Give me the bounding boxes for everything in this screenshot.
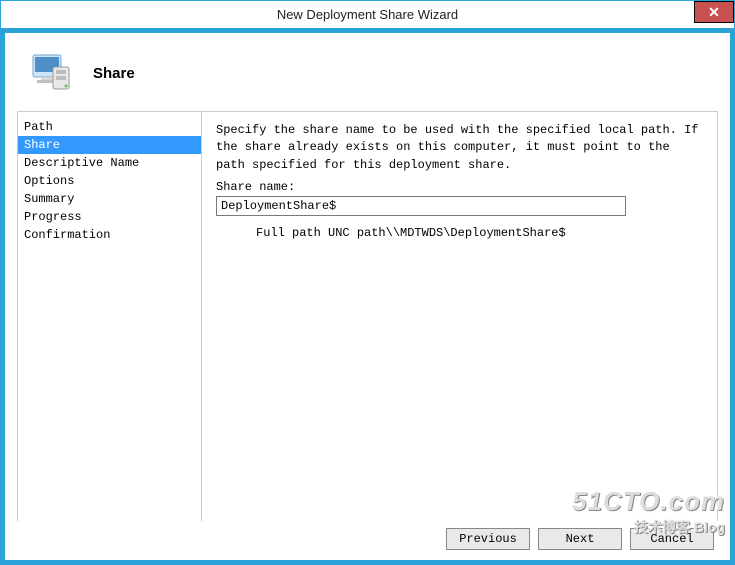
window-body-frame: Share Path Share Descriptive Name Option… (1, 29, 734, 564)
page-title: Share (93, 65, 135, 82)
deployment-share-icon (27, 49, 75, 97)
cancel-button[interactable]: Cancel (630, 528, 714, 550)
close-icon: ✕ (708, 4, 720, 21)
wizard-window: New Deployment Share Wizard ✕ (0, 0, 735, 565)
previous-button[interactable]: Previous (446, 528, 530, 550)
share-name-label: Share name: (216, 180, 703, 194)
sidebar-item-progress[interactable]: Progress (18, 208, 201, 226)
window-title: New Deployment Share Wizard (277, 7, 458, 22)
content-row: Path Share Descriptive Name Options Summ… (17, 111, 718, 521)
wizard-button-row: Previous Next Cancel (17, 521, 718, 552)
instruction-text: Specify the share name to be used with t… (216, 122, 703, 174)
wizard-header: Share (17, 43, 718, 111)
sidebar-item-share[interactable]: Share (18, 136, 201, 154)
next-button[interactable]: Next (538, 528, 622, 550)
sidebar-item-confirmation[interactable]: Confirmation (18, 226, 201, 244)
unc-path-row: Full path UNC path\\MDTWDS\DeploymentSha… (216, 226, 703, 240)
share-name-input[interactable] (216, 196, 626, 216)
unc-path-value: \\MDTWDS\DeploymentShare$ (386, 226, 566, 240)
wizard-steps-sidebar: Path Share Descriptive Name Options Summ… (17, 111, 202, 521)
sidebar-item-descriptive-name[interactable]: Descriptive Name (18, 154, 201, 172)
unc-path-label: Full path UNC path (256, 226, 386, 240)
sidebar-item-path[interactable]: Path (18, 118, 201, 136)
close-button[interactable]: ✕ (694, 1, 734, 23)
sidebar-item-summary[interactable]: Summary (18, 190, 201, 208)
main-panel: Specify the share name to be used with t… (202, 111, 718, 521)
window-body: Share Path Share Descriptive Name Option… (5, 33, 730, 560)
titlebar: New Deployment Share Wizard ✕ (1, 1, 734, 29)
sidebar-item-options[interactable]: Options (18, 172, 201, 190)
